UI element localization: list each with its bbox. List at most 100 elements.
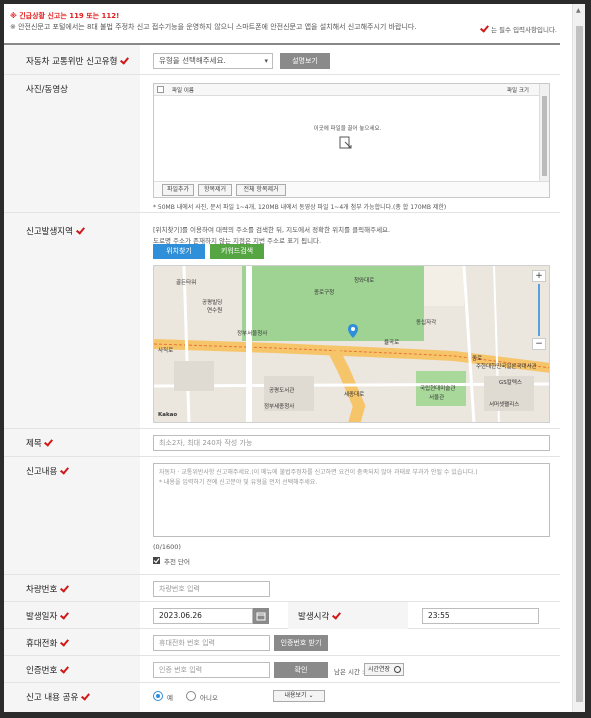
zoom-in-button[interactable]: + (532, 270, 546, 282)
required-note: 는 필수 입력사항입니다. (480, 24, 557, 34)
date-label: 발생일자 (4, 602, 140, 628)
required-check-icon (60, 638, 69, 647)
required-check-icon (332, 611, 341, 620)
page-scrollbar[interactable]: ▲ (572, 4, 585, 712)
required-check-icon (81, 692, 90, 701)
title-input[interactable]: 최소2자, 최대 240자 작성 가능 (153, 435, 550, 451)
confirm-code-button[interactable]: 확인 (274, 662, 328, 678)
date-row: 발생일자 2023.06.26 발생시각 23:55 (4, 602, 560, 629)
location-row: 신고발생지역 [위치찾기]를 이용하여 대략의 주소를 검색한 뒤, 지도에서 … (4, 213, 560, 429)
clock-icon (394, 666, 401, 673)
location-help-1: [위치찾기]를 이용하여 대략의 주소를 검색한 뒤, 지도에서 정확한 위치를… (153, 226, 391, 234)
location-label: 신고발생지역 (4, 213, 140, 428)
zoom-slider[interactable] (538, 284, 540, 336)
share-row: 신고 내용 공유 예 아니오 내용보기 ⌄ (4, 683, 560, 712)
required-check-icon (60, 466, 69, 475)
app-install-notice: ※ 안전신문고 포털에서는 8대 불법 주정차 신고 접수기능을 운영하지 않으… (10, 23, 417, 31)
type-row: 자동차 교통위반 신고유형 유형을 선택해주세요. ▾ 설명보기 (4, 45, 560, 75)
map-label-5: 동십자각 (416, 320, 437, 326)
auth-code-input[interactable]: 인증 번호 입력 (153, 662, 270, 678)
map-label-11: 율곡로 (384, 340, 400, 346)
auth-label: 인증번호 (4, 656, 140, 682)
add-file-button[interactable]: 파일추가 (162, 184, 194, 196)
keyword-search-button[interactable]: 키워드검색 (210, 244, 264, 259)
map-label-0: 골든타워 (176, 280, 197, 286)
share-yes-radio[interactable] (153, 691, 163, 701)
map-label-13: 종로 (472, 356, 483, 362)
chevron-down-icon: ▾ (264, 57, 268, 65)
violation-type-select[interactable]: 유형을 선택해주세요. ▾ (153, 53, 273, 69)
plate-input[interactable]: 차량번호 입력 (153, 581, 270, 597)
drop-hint: 이곳에 파일을 끌어 놓으세요. (313, 126, 382, 132)
select-all-checkbox[interactable] (157, 86, 164, 93)
time-label: 발생시각 (288, 602, 408, 629)
recommend-checkbox[interactable] (153, 557, 160, 564)
share-no-radio[interactable] (186, 691, 196, 701)
map-label-6: 공평도서관 (269, 388, 295, 394)
file-upload-box[interactable]: 파일 이름 파일 크기 이곳에 파일을 끌어 놓으세요. 파일추가 항목제거 전… (153, 83, 550, 198)
content-counter: (0/1600) (153, 543, 181, 551)
phone-row: 휴대전화 휴대전화 번호 입력 인증번호 받기 (4, 629, 560, 656)
map-label-3: 정부서울청사 (237, 331, 268, 337)
title-row: 제목 최소2자, 최대 240자 작성 가능 (4, 429, 560, 457)
emergency-notice: ※ 긴급상황 신고는 119 또는 112! (10, 12, 120, 20)
description-button[interactable]: 설명보기 (280, 53, 330, 69)
map-label-7: 정부세종청사 (264, 404, 295, 410)
map-label-9: 서울관 (429, 395, 445, 401)
plate-row: 차량번호 차량번호 입력 (4, 575, 560, 602)
content-row: 신고내용 자동차 · 교통위반사항 신고해주세요.(이 메뉴에 불법주정차를 신… (4, 457, 560, 575)
scrollbar-thumb[interactable] (576, 26, 583, 702)
remain-time-label: 남은 시간 : (334, 668, 365, 676)
upload-limit-note: * 50MB 내에서 사진, 문서 파일 1~4개, 120MB 내에서 동영상… (153, 204, 447, 211)
auth-row: 인증번호 인증 번호 입력 확인 남은 시간 : 시간연장 (4, 656, 560, 683)
file-name-header: 파일 이름 (172, 88, 194, 94)
required-check-icon (76, 226, 85, 235)
report-form-window: ※ 긴급상황 신고는 119 또는 112! ※ 안전신문고 포털에서는 8대 … (4, 4, 585, 712)
scroll-up-icon[interactable]: ▲ (576, 7, 581, 14)
title-label: 제목 (4, 429, 140, 456)
remove-all-button[interactable]: 전체 항목제거 (236, 184, 286, 196)
file-size-header: 파일 크기 (507, 88, 529, 94)
remove-item-button[interactable]: 항목제거 (198, 184, 232, 196)
map-label-16: GS칼텍스 (499, 380, 522, 386)
phone-input[interactable]: 휴대전화 번호 입력 (153, 635, 270, 651)
map-marker-icon (348, 324, 358, 338)
add-file-icon (339, 136, 353, 150)
share-label: 신고 내용 공유 (4, 683, 140, 712)
map-label-14: 세종대로 (344, 392, 365, 398)
calendar-icon[interactable] (253, 608, 269, 624)
map-label-15: 주한대한민국일본국대사관 (476, 364, 537, 370)
required-check-icon (60, 665, 69, 674)
zoom-out-button[interactable]: − (532, 338, 546, 350)
map-label-1: 공평빌딩 (202, 300, 223, 306)
type-label: 자동차 교통위반 신고유형 (4, 45, 140, 74)
media-label: 사진/동영상 (4, 75, 140, 212)
phone-label: 휴대전화 (4, 629, 140, 655)
media-row: 사진/동영상 파일 이름 파일 크기 이곳에 파일을 끌어 놓으세요. 파일추가… (4, 75, 560, 213)
map-label-10: 청와대로 (354, 278, 375, 284)
report-form: 자동차 교통위반 신고유형 유형을 선택해주세요. ▾ 설명보기 사진/동영상 … (4, 43, 560, 712)
notice-box: ※ 긴급상황 신고는 119 또는 112! ※ 안전신문고 포털에서는 8대 … (10, 11, 417, 33)
map-label-12: 사직로 (158, 348, 174, 354)
map-zoom-control: + − (532, 270, 546, 350)
location-map[interactable]: 공평빌딩 연수원 골든타워 정부서울청사 종로구청 동십자각 공평도서관 정부세… (153, 265, 550, 423)
view-content-button[interactable]: 내용보기 ⌄ (273, 690, 325, 702)
find-location-button[interactable]: 위치찾기 (153, 244, 205, 259)
map-attribution: Kakao (158, 412, 178, 418)
required-check-icon (60, 611, 69, 620)
file-list-header: 파일 이름 파일 크기 (154, 84, 539, 96)
required-check-icon (44, 438, 53, 447)
extend-time-button[interactable]: 시간연장 (364, 663, 404, 676)
required-check-icon (60, 584, 69, 593)
date-input[interactable]: 2023.06.26 (153, 608, 253, 624)
map-label-8: 국립현대미술관 (420, 386, 456, 392)
content-textarea[interactable]: 자동차 · 교통위반사항 신고해주세요.(이 메뉴에 불법주정차를 신고하면 요… (153, 463, 550, 537)
recommend-label: 추천 단어 (164, 558, 190, 566)
map-label-2: 연수원 (207, 308, 223, 314)
time-input[interactable]: 23:55 (422, 608, 539, 624)
request-code-button[interactable]: 인증번호 받기 (274, 635, 328, 651)
file-button-bar: 파일추가 항목제거 전체 항목제거 (154, 181, 549, 197)
share-yes-label: 예 (167, 694, 173, 702)
share-no-label: 아니오 (200, 694, 218, 702)
content-label: 신고내용 (4, 457, 140, 574)
